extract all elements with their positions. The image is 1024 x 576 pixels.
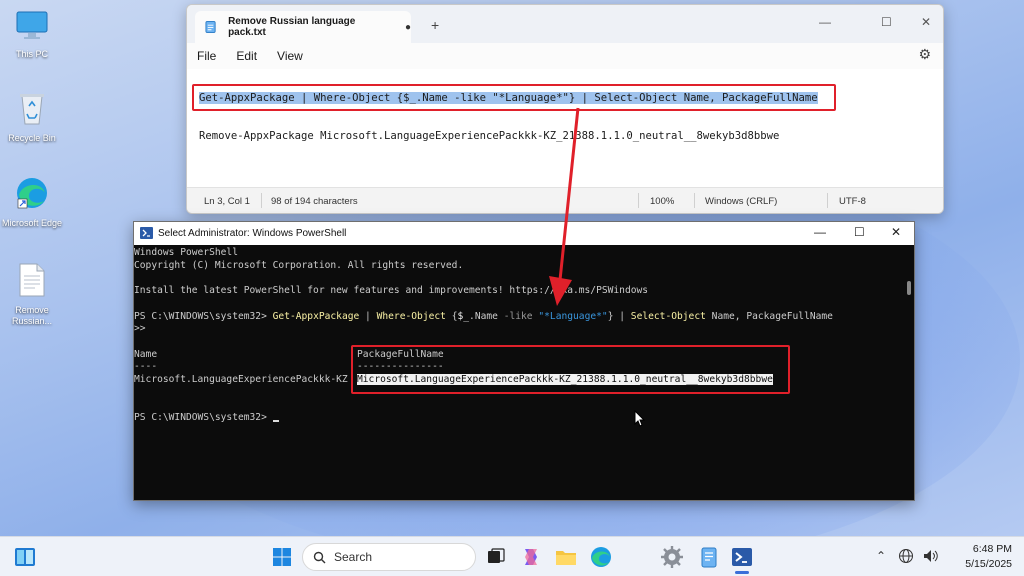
highlight-box-powershell bbox=[351, 345, 790, 394]
ps-scroll-thumb[interactable] bbox=[907, 281, 911, 295]
ps-scrollbar[interactable] bbox=[902, 245, 914, 500]
desktop-icon-label: This PC bbox=[15, 49, 48, 59]
console-install-msg: Install the latest PowerShell for new fe… bbox=[134, 285, 649, 296]
console-command-line: PS C:\WINDOWS\system32> Get-AppxPackage … bbox=[134, 311, 833, 322]
status-line-ending: Windows (CRLF) bbox=[705, 196, 778, 207]
ps-close-button[interactable]: ✕ bbox=[891, 225, 901, 239]
notepad-menubar: File Edit View bbox=[187, 43, 943, 69]
new-tab-button[interactable]: + bbox=[431, 17, 439, 33]
desktop-icon-label: Remove Russian... bbox=[11, 305, 53, 326]
menu-view[interactable]: View bbox=[277, 49, 303, 63]
maximize-button[interactable]: ☐ bbox=[881, 15, 892, 29]
console-header-2: Copyright (C) Microsoft Corporation. All… bbox=[134, 260, 464, 271]
console-col-name: Name bbox=[134, 349, 158, 360]
chevron-up-icon[interactable]: ⌃ bbox=[876, 549, 886, 563]
search-icon bbox=[313, 551, 326, 563]
notepad-icon bbox=[205, 20, 216, 34]
desktop-icon-label: Microsoft Edge bbox=[1, 218, 63, 228]
taskbar: Search ⌃ 6:48 PM 5/15/2025 bbox=[0, 536, 1024, 576]
ps-maximize-button[interactable]: ☐ bbox=[854, 225, 865, 239]
powershell-taskbar-icon[interactable] bbox=[730, 545, 754, 569]
settings-gear-icon[interactable]: ⚙ bbox=[918, 46, 931, 63]
mouse-pointer-icon bbox=[634, 410, 646, 427]
settings-icon[interactable] bbox=[660, 545, 684, 569]
editor-line-2: Remove-AppxPackage Microsoft.LanguageExp… bbox=[199, 130, 780, 142]
menu-edit[interactable]: Edit bbox=[236, 49, 257, 63]
text-file-icon bbox=[19, 263, 45, 297]
console-prompt-2: PS C:\WINDOWS\system32> bbox=[134, 412, 279, 423]
powershell-icon bbox=[140, 227, 153, 239]
status-char-count: 98 of 194 characters bbox=[271, 196, 358, 207]
desktop-icon-this-pc[interactable]: This PC bbox=[0, 8, 64, 60]
active-app-indicator bbox=[735, 571, 749, 574]
status-zoom: 100% bbox=[650, 196, 675, 207]
console-dash-name: ---- bbox=[134, 361, 158, 372]
ps-minimize-button[interactable]: — bbox=[814, 225, 826, 239]
notepad-titlebar[interactable]: Remove Russian language pack.txt ● + — ☐… bbox=[187, 5, 943, 43]
desktop-icon-edge[interactable]: Microsoft Edge bbox=[0, 175, 64, 229]
highlight-box-notepad bbox=[192, 84, 836, 111]
monitor-icon bbox=[16, 11, 48, 39]
tab-title: Remove Russian language pack.txt bbox=[228, 16, 356, 38]
search-placeholder: Search bbox=[334, 550, 373, 564]
text-cursor bbox=[272, 420, 279, 422]
status-position: Ln 3, Col 1 bbox=[204, 196, 250, 207]
minimize-button[interactable]: — bbox=[819, 15, 831, 29]
desktop-icon-recycle-bin[interactable]: Recycle Bin bbox=[0, 90, 64, 144]
desktop-icon-label: Recycle Bin bbox=[8, 133, 56, 143]
edge-icon bbox=[17, 178, 47, 209]
powershell-titlebar[interactable]: Select Administrator: Windows PowerShell… bbox=[134, 222, 914, 245]
console-header-1: Windows PowerShell bbox=[134, 247, 238, 258]
powershell-title: Select Administrator: Windows PowerShell bbox=[158, 228, 347, 239]
copilot-icon[interactable] bbox=[519, 545, 543, 569]
taskbar-search[interactable]: Search bbox=[302, 543, 476, 571]
notepad-tab[interactable]: Remove Russian language pack.txt ● bbox=[195, 11, 411, 43]
task-view-icon[interactable] bbox=[484, 545, 508, 569]
console-row-name: Microsoft.LanguageExperiencePackkk-KZ bbox=[134, 374, 348, 385]
recycle-bin-icon bbox=[20, 94, 44, 125]
start-icon[interactable] bbox=[270, 545, 294, 569]
console-continuation: >> bbox=[134, 323, 146, 334]
taskbar-clock[interactable]: 6:48 PM 5/15/2025 bbox=[965, 542, 1012, 572]
notepad-taskbar-icon[interactable] bbox=[697, 545, 721, 569]
close-button[interactable]: ✕ bbox=[921, 15, 931, 29]
widgets-icon[interactable] bbox=[13, 545, 37, 569]
file-explorer-icon[interactable] bbox=[554, 545, 578, 569]
edge-taskbar-icon[interactable] bbox=[589, 545, 613, 569]
clock-date: 5/15/2025 bbox=[965, 558, 1012, 570]
notepad-statusbar: Ln 3, Col 1 98 of 194 characters 100% Wi… bbox=[187, 187, 943, 213]
desktop-icon-remove-russian[interactable]: Remove Russian... bbox=[0, 262, 64, 327]
speaker-icon[interactable] bbox=[922, 548, 940, 564]
powershell-window: Select Administrator: Windows PowerShell… bbox=[133, 221, 915, 501]
menu-file[interactable]: File bbox=[197, 49, 216, 63]
clock-time: 6:48 PM bbox=[972, 543, 1012, 555]
unsaved-indicator[interactable]: ● bbox=[405, 22, 411, 33]
language-globe-icon[interactable] bbox=[898, 548, 914, 564]
notepad-window: Remove Russian language pack.txt ● + — ☐… bbox=[186, 4, 944, 214]
status-encoding: UTF-8 bbox=[839, 196, 866, 207]
